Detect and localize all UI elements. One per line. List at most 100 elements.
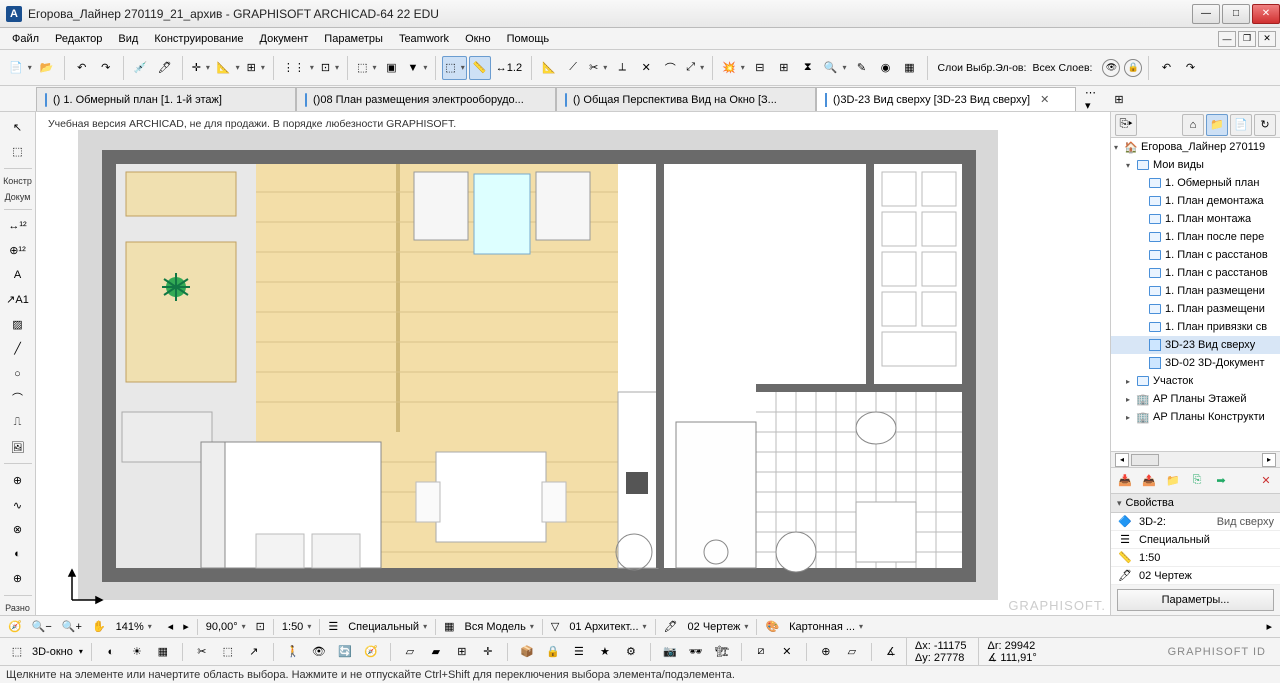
scroll-left-icon[interactable]: ◂ — [1115, 453, 1129, 467]
layer-combo-dropdown[interactable]: Специальный — [344, 618, 431, 636]
layer-undo-button[interactable]: ↶ — [1155, 56, 1177, 80]
distance-button[interactable]: ⟋ — [562, 56, 584, 80]
menu-file[interactable]: Файл — [4, 31, 47, 47]
tree-my-views[interactable]: ▾Мои виды — [1111, 156, 1280, 174]
3d-window-icon[interactable]: ⬚ — [6, 641, 28, 663]
menu-design[interactable]: Конструирование — [146, 31, 251, 47]
angle-dropdown[interactable]: 90,00° — [202, 618, 250, 636]
tree-view-item[interactable]: 1. План с расстанов — [1111, 246, 1280, 264]
tree-view-3d-b[interactable]: 3D-02 3D-Документ — [1111, 354, 1280, 372]
tag1-button[interactable]: ⧄ — [750, 641, 772, 663]
mdi-close[interactable]: ✕ — [1258, 31, 1276, 47]
cursor-snap-button[interactable]: ✛ — [189, 56, 212, 80]
coord-x-icon[interactable]: ⊕ — [815, 641, 837, 663]
drawing-tool[interactable]: 🖼 — [4, 436, 32, 459]
marquee-tool[interactable]: ⬚ — [4, 141, 32, 164]
tree-view-item[interactable]: 1. План размещени — [1111, 300, 1280, 318]
menu-view[interactable]: Вид — [110, 31, 146, 47]
section-tool[interactable]: ⊕ — [4, 469, 32, 492]
container-button[interactable]: 📦 — [516, 641, 538, 663]
filter-button[interactable]: ▦ — [899, 56, 921, 80]
layer-combo-icon[interactable]: ☰ — [324, 618, 342, 636]
fit-button[interactable]: ⊡ — [252, 618, 269, 636]
reno-icon[interactable]: ▽ — [547, 618, 563, 636]
grid-tool[interactable]: ⊕ — [4, 568, 32, 591]
mdi-restore[interactable]: ❐ — [1238, 31, 1256, 47]
properties-header[interactable]: ▾Свойства — [1111, 493, 1280, 513]
tree-view-item[interactable]: 1. План монтажа — [1111, 210, 1280, 228]
arrow-tool[interactable]: ↖ — [4, 116, 32, 139]
model-view-dropdown[interactable]: Вся Модель — [460, 618, 537, 636]
adjust-button[interactable]: ⟂ — [611, 56, 633, 80]
layer-redo-button[interactable]: ↷ — [1179, 56, 1201, 80]
label-tool[interactable]: ↗A1 — [4, 289, 32, 312]
prev-zoom-button[interactable]: ◂ — [164, 618, 178, 636]
navigator-tree[interactable]: ▾🏠Егорова_Лайнер 270119 ▾Мои виды 1. Обм… — [1111, 138, 1280, 451]
editing-plane2-button[interactable]: ▰ — [425, 641, 447, 663]
level-dim-tool[interactable]: ⊕¹² — [4, 240, 32, 263]
nav-project-map-button[interactable]: ⌂ — [1182, 114, 1204, 136]
distribute-button[interactable]: ⊞ — [773, 56, 795, 80]
shadow-button[interactable]: ▦ — [152, 641, 174, 663]
menu-options[interactable]: Параметры — [316, 31, 391, 47]
override-icon[interactable]: 🎨 — [761, 618, 783, 636]
dimension-tool[interactable]: ↔¹² — [4, 215, 32, 238]
move-button[interactable]: ➡ — [1211, 471, 1231, 491]
zoom-in-button[interactable]: 🔍+ — [58, 618, 86, 636]
figure-tool[interactable]: ◐ — [4, 543, 32, 566]
grid-3d-button[interactable]: ⊞ — [451, 641, 473, 663]
ruler-button[interactable]: 📏 — [469, 56, 491, 80]
gravity-button[interactable]: ▼ — [404, 56, 429, 80]
undo-button[interactable]: ↶ — [71, 56, 93, 80]
tree-view-item[interactable]: 1. План привязки св — [1111, 318, 1280, 336]
favorites-button[interactable]: ★ — [594, 641, 616, 663]
delete-view-button[interactable]: ✕ — [1256, 471, 1276, 491]
walk-button[interactable]: 🚶 — [282, 641, 304, 663]
sun-button[interactable]: ☀ — [126, 641, 148, 663]
tag2-button[interactable]: ✕ — [776, 641, 798, 663]
new-folder-button[interactable]: 📁 — [1163, 471, 1183, 491]
explode-button[interactable]: 💥 — [719, 56, 747, 80]
tree-other-folder[interactable]: ▸🏢AP Планы Этажей — [1111, 390, 1280, 408]
element-snap-button[interactable]: ⊡ — [318, 56, 341, 80]
text-tool[interactable]: A — [4, 264, 32, 287]
close-button[interactable]: ✕ — [1252, 4, 1280, 24]
tree-view-item[interactable]: 1. План с расстанов — [1111, 264, 1280, 282]
measure-button[interactable]: 📐 — [538, 56, 560, 80]
explore-button[interactable]: 🧭 — [360, 641, 382, 663]
tree-other-folder[interactable]: ▸Участок — [1111, 372, 1280, 390]
nav-popup-button[interactable]: ⎘▸ — [1115, 114, 1137, 136]
align-button[interactable]: ⊟ — [749, 56, 771, 80]
3d-viewport[interactable]: Учебная версия ARCHICAD, не для продажи.… — [36, 112, 1110, 615]
save-view-as-button[interactable]: 📤 — [1139, 471, 1159, 491]
hotspot-tool[interactable]: ⊗ — [4, 518, 32, 541]
tree-view-item[interactable]: 1. План демонтажа — [1111, 192, 1280, 210]
select-mode-button[interactable]: ↗ — [243, 641, 265, 663]
tab-3[interactable]: ()3D-23 Вид сверху [3D-23 Вид сверху]✕ — [816, 87, 1076, 111]
line-tool[interactable]: ╱ — [4, 338, 32, 361]
tree-hscrollbar[interactable]: ◂ ▸ — [1111, 451, 1280, 467]
lock-button[interactable]: 🔒 — [542, 641, 564, 663]
guideline-button[interactable]: 📐 — [214, 56, 242, 80]
graphisoft-id-label[interactable]: GRAPHISOFT ID — [1168, 646, 1274, 658]
marquee-3d-button[interactable]: ⬚ — [217, 641, 239, 663]
camera-button[interactable]: 📷 — [659, 641, 681, 663]
tree-other-folder[interactable]: ▸🏢AP Планы Конструкти — [1111, 408, 1280, 426]
clone-button[interactable]: ⎘ — [1187, 471, 1207, 491]
intersect-button[interactable]: ✕ — [635, 56, 657, 80]
layer-eye-icon[interactable]: 👁 — [1102, 59, 1120, 77]
mdi-minimize[interactable]: — — [1218, 31, 1236, 47]
tab-2[interactable]: () Общая Перспектива Вид на Окно [З... — [556, 87, 816, 111]
new-button[interactable]: 📄 — [6, 56, 34, 80]
resize-button[interactable]: ⤢ — [683, 56, 706, 80]
override-dropdown[interactable]: Картонная ... — [785, 618, 867, 636]
minimize-button[interactable]: — — [1192, 4, 1220, 24]
tab-0[interactable]: () 1. Обмерный план [1. 1-й этаж] — [36, 87, 296, 111]
edit-selection-button[interactable]: ✎ — [851, 56, 873, 80]
pickup-button[interactable]: 💉 — [130, 56, 152, 80]
model-view-icon[interactable]: ▦ — [440, 618, 458, 636]
polyline-tool[interactable]: ⎍ — [4, 411, 32, 434]
find-select-button[interactable]: 🔍 — [821, 56, 849, 80]
options-collapse-button[interactable]: ▸ — [1262, 618, 1276, 636]
scroll-thumb[interactable] — [1131, 454, 1159, 466]
